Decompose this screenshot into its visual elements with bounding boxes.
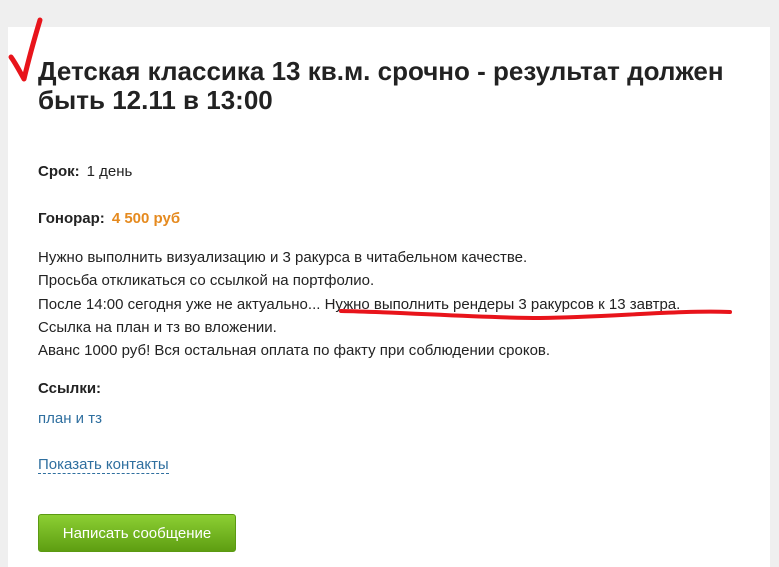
description-line: После 14:00 сегодня уже не актуально... … [38,295,681,313]
description-line: Просьба откликаться со ссылкой на портфо… [38,272,375,290]
deadline-label: Срок: [38,163,80,180]
plan-link[interactable]: план и тз [38,410,102,427]
project-description: Нужно выполнить визуализацию и 3 ракурса… [38,246,680,362]
description-line: Аванс 1000 руб! Вся остальная оплата по … [38,342,551,360]
project-title: Детская классика 13 кв.м. срочно - резул… [38,56,724,115]
fee-label: Гонорар: [38,210,105,227]
deadline-row: Срок: 1 день [38,163,132,180]
deadline-value: 1 день [86,163,133,180]
show-contacts-link[interactable]: Показать контакты [38,456,169,474]
description-line: Нужно выполнить визуализацию и 3 ракурса… [38,249,528,266]
fee-value: 4 500 руб [111,210,181,227]
send-message-button[interactable]: Написать сообщение [38,514,236,552]
description-line: Ссылка на план и тз во вложении. [38,318,277,336]
fee-row: Гонорар: 4 500 руб [38,210,180,227]
links-label: Ссылки: [38,380,102,397]
